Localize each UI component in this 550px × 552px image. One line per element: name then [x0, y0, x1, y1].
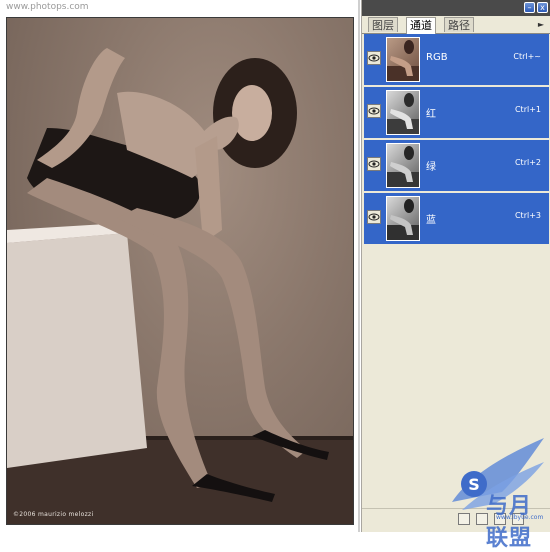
channel-row-red[interactable]: 红 Ctrl+1 [364, 87, 549, 139]
panel-tabbar: 图层 通道 路径 ► [362, 16, 550, 34]
channel-shortcut: Ctrl+3 [514, 211, 541, 220]
channel-name: 蓝 [426, 215, 436, 226]
eye-icon[interactable] [367, 157, 381, 171]
eye-icon[interactable] [367, 51, 381, 65]
channel-shortcut: Ctrl+~ [513, 52, 541, 61]
channel-shortcut: Ctrl+1 [514, 105, 541, 114]
channel-thumbnail [386, 196, 420, 241]
logo-subtext: www.lbyue.com [496, 514, 544, 521]
panel-menu-icon[interactable]: ► [535, 19, 547, 30]
watermark-text: www.photops.com [6, 2, 89, 12]
channel-thumbnail [386, 143, 420, 188]
channel-thumbnail [386, 90, 420, 135]
channel-list: RGB Ctrl+~ 红 Ctrl+1 绿 Ctrl+2 蓝 Ctrl+3 [364, 34, 549, 249]
channel-thumbnail [386, 37, 420, 82]
panel-divider [358, 0, 360, 532]
logo-badge-letter: S [468, 475, 480, 494]
tab-channels[interactable]: 通道 [406, 17, 436, 34]
channel-row-rgb[interactable]: RGB Ctrl+~ [364, 34, 549, 86]
model-silhouette [7, 48, 353, 524]
panel-titlebar[interactable]: – x [362, 0, 550, 16]
photo-image: ©2006 maurizio melozzi [6, 17, 354, 525]
channel-shortcut: Ctrl+2 [514, 158, 541, 167]
document-canvas[interactable]: www.photops.com ©2006 maurizio melozzi [0, 0, 360, 532]
tab-layers[interactable]: 图层 [368, 17, 398, 32]
channel-row-green[interactable]: 绿 Ctrl+2 [364, 140, 549, 192]
channel-name: 红 [426, 109, 436, 120]
eye-icon[interactable] [367, 104, 381, 118]
eye-icon[interactable] [367, 210, 381, 224]
close-button[interactable]: x [537, 2, 548, 13]
minimize-button[interactable]: – [524, 2, 535, 13]
channel-name: RGB [426, 52, 448, 63]
photo-credit: ©2006 maurizio melozzi [13, 511, 94, 518]
channel-row-blue[interactable]: 蓝 Ctrl+3 [364, 193, 549, 245]
tab-paths[interactable]: 路径 [444, 17, 474, 32]
channel-name: 绿 [426, 162, 436, 173]
